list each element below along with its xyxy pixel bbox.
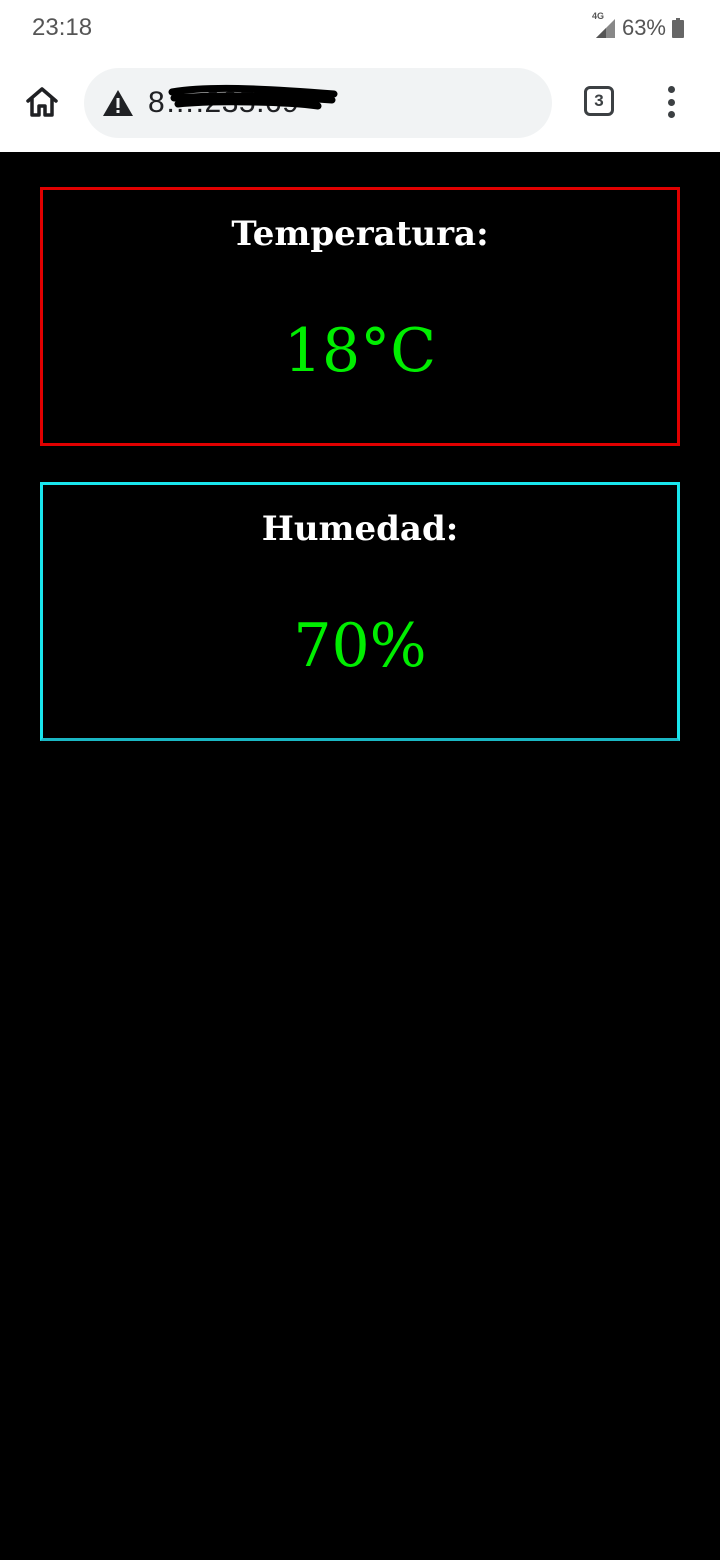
browser-toolbar: 8….235.69 3 bbox=[0, 56, 720, 152]
tab-switcher-button[interactable]: 3 bbox=[584, 86, 614, 116]
battery-percent: 63% bbox=[621, 15, 666, 40]
humidity-value: 70% bbox=[293, 611, 427, 681]
warning-icon[interactable] bbox=[102, 87, 134, 119]
temperature-label: Temperatura: bbox=[231, 214, 489, 254]
temperature-value: 18°C bbox=[283, 316, 437, 386]
menu-dot bbox=[667, 111, 675, 118]
home-button[interactable] bbox=[22, 82, 62, 122]
overflow-menu-icon[interactable] bbox=[656, 82, 686, 122]
battery-icon bbox=[672, 18, 684, 38]
status-bar: 23:18 4G 63% bbox=[0, 0, 720, 56]
home-icon bbox=[26, 87, 58, 117]
redaction-scribble bbox=[168, 84, 338, 110]
status-time: 23:18 bbox=[32, 14, 93, 41]
temperature-card: Temperatura: 18°C bbox=[40, 187, 680, 446]
tab-count: 3 bbox=[594, 91, 604, 110]
signal-icon: 4G bbox=[592, 11, 616, 39]
network-type: 4G bbox=[591, 11, 604, 21]
menu-dot bbox=[667, 86, 675, 93]
menu-dot bbox=[667, 98, 675, 106]
humidity-label: Humedad: bbox=[261, 509, 459, 549]
status-indicators: 4G 63% bbox=[592, 11, 684, 44]
url-text[interactable]: 8….235.69 bbox=[148, 84, 338, 120]
address-bar[interactable]: 8….235.69 bbox=[84, 68, 552, 138]
humidity-card: Humedad: 70% bbox=[40, 482, 680, 741]
